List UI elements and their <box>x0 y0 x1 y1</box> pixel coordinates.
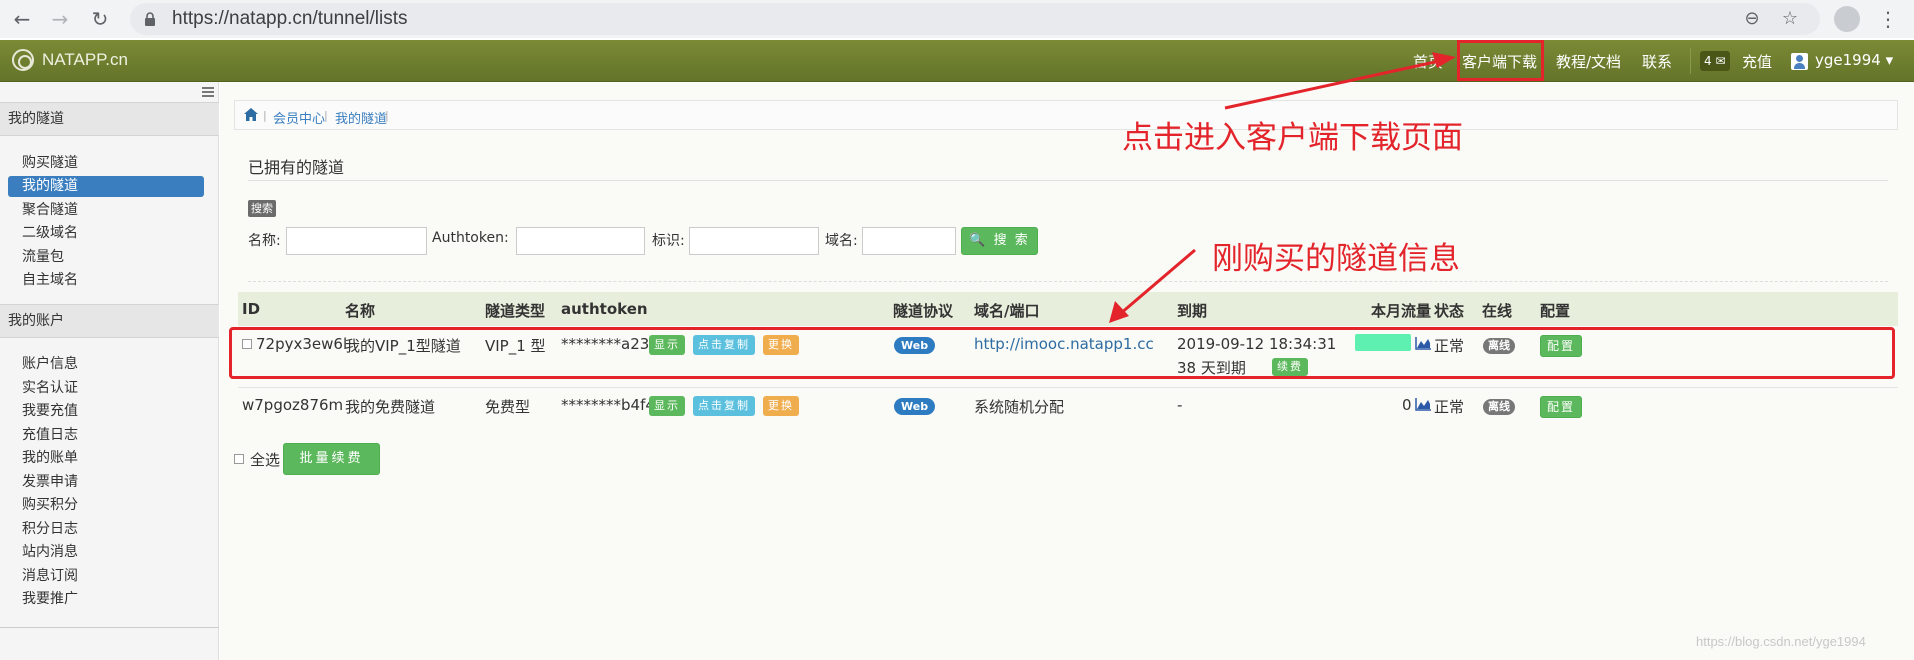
sidebar-divider <box>0 627 219 628</box>
traffic-chart-icon[interactable] <box>1415 398 1431 411</box>
client-download-highlight <box>1457 40 1544 81</box>
tunnel-status: 正常 <box>1434 398 1465 416</box>
breadcrumb-member-center[interactable]: 会员中心 <box>273 108 325 127</box>
browser-toolbar: ← → ↻ https://natapp.cn/tunnel/lists ⊖ ☆… <box>0 0 1914 38</box>
table-header: ID 名称 隧道类型 authtoken 隧道协议 域名/端口 到期 本月流量 … <box>238 292 1898 326</box>
col-protocol: 隧道协议 <box>893 302 954 320</box>
back-arrow-icon[interactable]: ← <box>8 5 36 33</box>
sidebar-item-subdomains[interactable]: 二级域名 <box>8 223 204 244</box>
sidebar-item-messages[interactable]: 站内消息 <box>8 542 204 563</box>
zoom-icon[interactable]: ⊖ <box>1740 7 1764 31</box>
authtoken-label: Authtoken: <box>432 230 509 246</box>
sidebar-item-recharge-log[interactable]: 充值日志 <box>8 425 204 446</box>
change-token-button[interactable]: 更换 <box>763 396 799 416</box>
browser-menu-icon[interactable]: ⋮ <box>1878 5 1898 33</box>
annotation-client-download: 点击进入客户端下载页面 <box>1122 120 1463 156</box>
search-button[interactable]: 🔍 搜 索 <box>961 227 1038 255</box>
brand-logo[interactable]: NATAPP.cn <box>12 49 128 71</box>
sidebar-item-account-info[interactable]: 账户信息 <box>8 354 204 375</box>
sidebar-item-subscriptions[interactable]: 消息订阅 <box>8 566 204 587</box>
col-traffic: 本月流量 <box>1371 302 1432 320</box>
search-tag: 搜索 <box>248 200 276 217</box>
address-bar[interactable]: https://natapp.cn/tunnel/lists ⊖ ☆ <box>130 3 1820 35</box>
sidebar-item-my-tunnels[interactable]: 我的隧道 <box>8 176 204 197</box>
sidebar: 我的隧道 购买隧道 我的隧道 聚合隧道 二级域名 流量包 自主域名 我的账户 账… <box>0 82 219 660</box>
col-id: ID <box>242 300 261 318</box>
select-all-label: 全选 <box>250 451 281 469</box>
online-badge: 离线 <box>1483 399 1515 415</box>
user-menu[interactable]: yge1994 ▾ <box>1815 51 1893 69</box>
config-button[interactable]: 配置 <box>1540 396 1583 418</box>
lock-icon <box>145 12 155 26</box>
authtoken-input[interactable] <box>516 227 645 255</box>
copy-token-button[interactable]: 点击复制 <box>693 396 755 416</box>
col-status: 状态 <box>1434 302 1465 320</box>
tunnel-type: 免费型 <box>485 398 531 416</box>
breadcrumb-my-tunnels[interactable]: 我的隧道 <box>335 108 387 127</box>
nav-divider <box>1690 48 1691 74</box>
breadcrumb: | 会员中心 | 我的隧道 | <box>234 100 1898 130</box>
new-tunnel-highlight <box>229 327 1895 379</box>
nav-link-home[interactable]: 首页 <box>1413 51 1443 72</box>
forward-arrow-icon[interactable]: → <box>46 5 74 33</box>
col-expire: 到期 <box>1177 302 1208 320</box>
natapp-logo-icon <box>12 49 34 71</box>
nav-link-recharge[interactable]: 充值 <box>1742 51 1772 72</box>
sidebar-item-promotion[interactable]: 我要推广 <box>8 589 204 610</box>
protocol-badge: Web <box>894 398 936 415</box>
search-divider <box>248 281 1888 282</box>
tunnel-id: w7pgoz876m <box>242 396 344 414</box>
name-input[interactable] <box>286 227 427 255</box>
user-icon <box>1791 53 1808 70</box>
sidebar-item-points-log[interactable]: 积分日志 <box>8 519 204 540</box>
annotation-new-tunnel: 刚购买的隧道信息 <box>1212 241 1460 277</box>
select-all-checkbox[interactable] <box>234 454 244 464</box>
brand-name: NATAPP.cn <box>42 50 128 69</box>
expire-date: - <box>1177 396 1183 414</box>
sidebar-section-tunnels: 我的隧道 <box>0 102 219 136</box>
bookmark-star-icon[interactable]: ☆ <box>1778 7 1802 31</box>
reload-icon[interactable]: ↻ <box>86 5 114 33</box>
home-icon[interactable] <box>244 108 258 121</box>
col-type: 隧道类型 <box>485 302 546 320</box>
domain-input[interactable] <box>862 227 956 255</box>
watermark: https://blog.csdn.net/yge1994 <box>1696 634 1866 649</box>
domain-label: 域名: <box>825 233 858 249</box>
tunnel-domain: 系统随机分配 <box>974 398 1065 416</box>
message-badge[interactable]: 4 ✉ <box>1700 51 1730 71</box>
sidebar-item-buy-tunnel[interactable]: 购买隧道 <box>8 153 204 174</box>
col-authtoken: authtoken <box>561 300 648 318</box>
sidebar-item-verification[interactable]: 实名认证 <box>8 378 204 399</box>
tunnel-name: 我的免费隧道 <box>345 398 436 416</box>
traffic-value: 0 <box>1402 396 1412 414</box>
flag-input[interactable] <box>689 227 819 255</box>
url-text: https://natapp.cn/tunnel/lists <box>172 8 408 29</box>
top-navbar: NATAPP.cn 首页 客户端下载 教程/文档 联系 4 ✉ 充值 yge19… <box>0 40 1914 82</box>
col-name: 名称 <box>345 302 376 320</box>
col-online: 在线 <box>1482 302 1513 320</box>
nav-link-contact[interactable]: 联系 <box>1642 51 1672 72</box>
col-domain: 域名/端口 <box>974 302 1040 320</box>
sidebar-item-buy-points[interactable]: 购买积分 <box>8 495 204 516</box>
batch-renew-button[interactable]: 批量续费 <box>283 443 380 475</box>
sidebar-section-account: 我的账户 <box>0 304 219 338</box>
sidebar-collapse-icon[interactable] <box>202 87 214 97</box>
sidebar-item-traffic-packs[interactable]: 流量包 <box>8 247 204 268</box>
tunnel-authtoken: ********b4f4 <box>561 396 655 414</box>
col-config: 配置 <box>1540 302 1571 320</box>
sidebar-item-own-domains[interactable]: 自主域名 <box>8 270 204 291</box>
name-label: 名称: <box>248 233 281 249</box>
sidebar-item-recharge[interactable]: 我要充值 <box>8 401 204 422</box>
nav-link-docs[interactable]: 教程/文档 <box>1556 51 1621 72</box>
title-divider <box>248 180 1888 181</box>
sidebar-item-invoice[interactable]: 发票申请 <box>8 472 204 493</box>
page-title: 已拥有的隧道 <box>248 158 345 177</box>
table-row: w7pgoz876m 我的免费隧道 免费型 ********b4f4 显示 点击… <box>238 387 1898 437</box>
sidebar-item-bills[interactable]: 我的账单 <box>8 448 204 469</box>
show-token-button[interactable]: 显示 <box>649 396 685 416</box>
profile-avatar-icon[interactable] <box>1834 6 1860 32</box>
flag-label: 标识: <box>652 233 685 249</box>
sidebar-item-aggregate-tunnels[interactable]: 聚合隧道 <box>8 200 204 221</box>
